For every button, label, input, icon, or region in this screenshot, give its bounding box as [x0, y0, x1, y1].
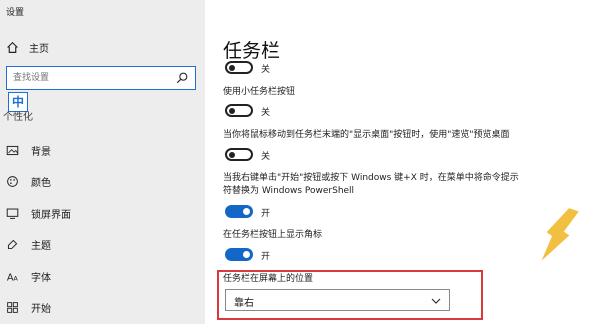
- section-title: 个性化: [3, 112, 33, 123]
- start-icon: [7, 301, 18, 313]
- toggle-state-0: 关: [261, 65, 271, 75]
- palette-icon: [7, 175, 18, 187]
- sidebar-item-start[interactable]: 开始: [6, 299, 51, 315]
- arrow-annotation-icon: [541, 208, 579, 261]
- setting-label-powershell: 当我右键单击"开始"按钮或按下 Windows 键+X 时，在菜单中将命令提示符…: [223, 173, 519, 196]
- image-icon: [6, 145, 19, 155]
- toggle-small-buttons[interactable]: [225, 104, 253, 117]
- sidebar-item-colors[interactable]: 颜色: [6, 173, 51, 189]
- search-icon[interactable]: [175, 71, 189, 85]
- toggle-badges[interactable]: [225, 248, 253, 261]
- setting-label-peek: 当你将鼠标移动到任务栏末端的"显示桌面"按钮时，使用"速览"预览桌面: [223, 130, 510, 140]
- taskbar-position-label: 任务栏在屏幕上的位置: [223, 274, 314, 284]
- sidebar-home[interactable]: 主页: [6, 40, 49, 55]
- lock-screen-icon: [6, 208, 19, 219]
- sidebar-item-label: 颜色: [31, 177, 51, 189]
- search-input[interactable]: [13, 71, 173, 85]
- sidebar-item-themes[interactable]: 主题: [6, 236, 51, 252]
- theme-icon: [7, 239, 18, 249]
- toggle-powershell[interactable]: [225, 205, 253, 218]
- sidebar-item-label: 字体: [31, 272, 51, 284]
- page-title: 任务栏: [223, 40, 281, 62]
- sidebar-item-label: 背景: [31, 146, 51, 158]
- toggle-state-4: 开: [261, 252, 271, 262]
- svg-text:A: A: [13, 274, 18, 282]
- main-panel: 任务栏 关 使用小任务栏按钮 关 当你将鼠标移动到任务栏末端的"显示桌面"按钮时…: [205, 0, 607, 324]
- sidebar-item-fonts[interactable]: AA 字体: [6, 268, 51, 284]
- toggle-switch-0[interactable]: [225, 61, 253, 74]
- setting-label-badges: 在任务栏按钮上显示角标: [223, 230, 323, 240]
- chevron-down-icon: [431, 298, 441, 304]
- toggle-state-2: 关: [261, 152, 271, 162]
- sidebar-item-background[interactable]: 背景: [6, 142, 51, 158]
- toggle-state-1: 关: [261, 108, 271, 118]
- sidebar-item-label: 开始: [31, 303, 51, 315]
- window-title: 设置: [6, 8, 25, 18]
- taskbar-position-dropdown[interactable]: 靠右: [225, 289, 450, 311]
- sidebar-item-label: 主题: [31, 240, 51, 252]
- search-box[interactable]: [6, 66, 196, 90]
- sidebar: 设置 主页 中 个性化 背景 颜色 锁屏界面 主题 AA 字体 开始: [0, 0, 205, 324]
- toggle-state-3: 开: [261, 209, 271, 219]
- home-label: 主页: [29, 44, 49, 55]
- sidebar-item-label: 锁屏界面: [31, 209, 71, 221]
- home-icon: [7, 41, 18, 53]
- toggle-peek[interactable]: [225, 148, 253, 161]
- setting-label-small-buttons: 使用小任务栏按钮: [223, 87, 296, 97]
- dropdown-value: 靠右: [234, 298, 254, 309]
- sidebar-item-lock-screen[interactable]: 锁屏界面: [6, 205, 71, 221]
- font-icon: AA: [7, 272, 19, 282]
